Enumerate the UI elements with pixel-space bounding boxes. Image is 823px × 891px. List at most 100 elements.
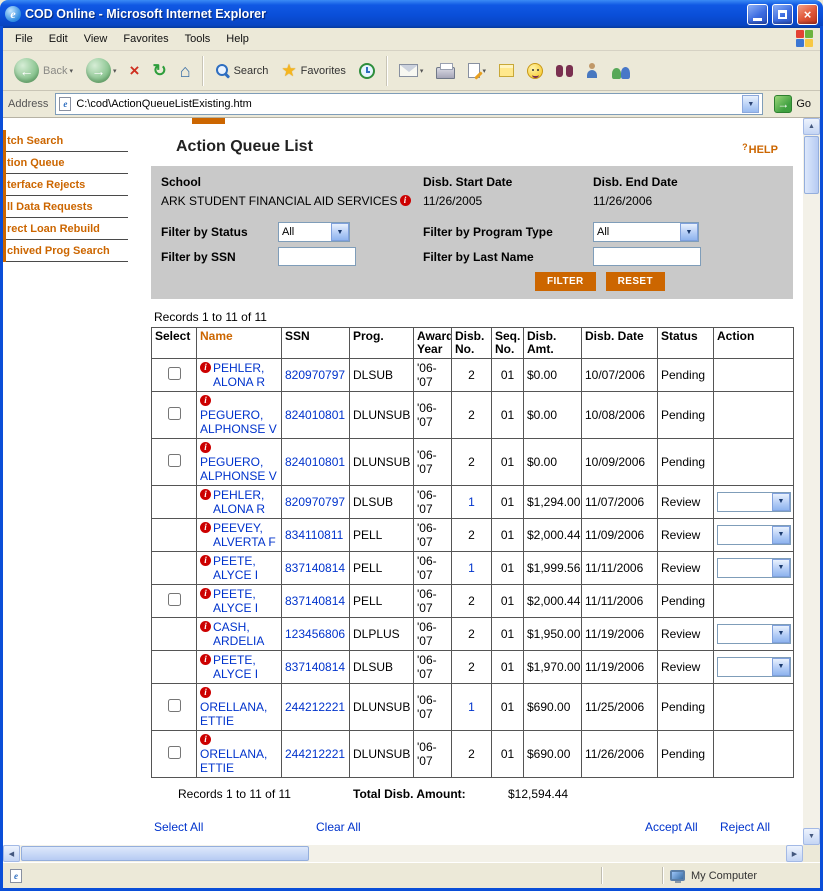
horizontal-scrollbar[interactable]: ◀ ▶: [3, 845, 803, 862]
info-icon[interactable]: i: [200, 395, 211, 406]
menu-help[interactable]: Help: [218, 30, 257, 48]
student-name-link[interactable]: ORELLANA, ETTIE: [200, 747, 267, 775]
info-icon[interactable]: i: [200, 687, 211, 698]
sidebar-item[interactable]: chived Prog Search: [6, 240, 128, 262]
row-checkbox[interactable]: [168, 407, 181, 420]
action-select[interactable]: [717, 525, 791, 545]
clear-all-link[interactable]: Clear All: [316, 820, 361, 834]
info-icon[interactable]: i: [200, 555, 211, 566]
disb-no-cell[interactable]: 1: [452, 486, 492, 519]
ssn-link[interactable]: 837140814: [282, 552, 350, 585]
reset-button[interactable]: RESET: [606, 272, 665, 291]
history-button[interactable]: [354, 60, 380, 82]
action-select[interactable]: [717, 558, 791, 578]
ssn-link[interactable]: 837140814: [282, 585, 350, 618]
student-name-link[interactable]: PEGUERO, ALPHONSE V: [200, 408, 277, 436]
scroll-right-button[interactable]: ▶: [786, 845, 803, 862]
address-input[interactable]: e C:\cod\ActionQueueListExisting.htm ▼: [55, 93, 763, 115]
close-button[interactable]: ×: [797, 4, 818, 25]
help-link[interactable]: ?HELP: [742, 144, 778, 156]
info-icon[interactable]: i: [200, 654, 211, 665]
row-checkbox[interactable]: [168, 367, 181, 380]
ssn-link[interactable]: 820970797: [282, 359, 350, 392]
community-button[interactable]: [606, 60, 636, 82]
reject-all-link[interactable]: Reject All: [720, 820, 770, 834]
info-icon[interactable]: i: [200, 734, 211, 745]
refresh-button[interactable]: ↻: [147, 59, 171, 82]
vertical-scroll-thumb[interactable]: [804, 136, 819, 194]
status-filter-select[interactable]: All: [278, 222, 350, 242]
scroll-up-button[interactable]: ▲: [803, 118, 820, 135]
student-name-link[interactable]: PEHLER, ALONA R: [213, 488, 265, 516]
go-button[interactable]: → Go: [770, 94, 815, 114]
student-name-link[interactable]: PEETE, ALYCE I: [213, 587, 258, 615]
sidebar-item[interactable]: tch Search: [6, 130, 128, 152]
back-history-dropdown-icon[interactable]: ▾: [69, 67, 73, 75]
contact-button[interactable]: [581, 60, 603, 82]
school-info-icon[interactable]: i: [400, 195, 411, 206]
mail-dropdown-icon[interactable]: ▾: [420, 67, 424, 75]
student-name-link[interactable]: CASH, ARDELIA: [213, 620, 264, 648]
student-name-link[interactable]: PEHLER, ALONA R: [213, 361, 265, 389]
info-icon[interactable]: i: [200, 362, 211, 373]
student-name-link[interactable]: PEETE, ALYCE I: [213, 554, 258, 582]
info-icon[interactable]: i: [200, 621, 211, 632]
scroll-down-button[interactable]: ▼: [803, 828, 820, 845]
ssn-link[interactable]: 824010801: [282, 392, 350, 439]
ssn-link[interactable]: 834110811: [282, 519, 350, 552]
ssn-link[interactable]: 837140814: [282, 651, 350, 684]
sidebar-item[interactable]: rect Loan Rebuild: [6, 218, 128, 240]
student-name-link[interactable]: PEEVEY, ALVERTA F: [213, 521, 276, 549]
row-checkbox[interactable]: [168, 746, 181, 759]
action-select[interactable]: [717, 624, 791, 644]
row-checkbox[interactable]: [168, 593, 181, 606]
row-checkbox[interactable]: [168, 454, 181, 467]
discuss-button[interactable]: [494, 61, 519, 80]
menu-file[interactable]: File: [7, 30, 41, 48]
messenger-button[interactable]: [522, 60, 548, 82]
forward-history-dropdown-icon[interactable]: ▾: [113, 67, 117, 75]
sidebar-item[interactable]: tion Queue: [6, 152, 128, 174]
ssn-link[interactable]: 244212221: [282, 731, 350, 778]
ssn-link[interactable]: 123456806: [282, 618, 350, 651]
home-button[interactable]: ⌂: [175, 59, 196, 83]
vertical-scrollbar[interactable]: ▲ ▼: [803, 118, 820, 845]
stop-button[interactable]: ×: [125, 59, 145, 82]
menu-tools[interactable]: Tools: [177, 30, 219, 48]
row-checkbox[interactable]: [168, 699, 181, 712]
filter-button[interactable]: FILTER: [535, 272, 596, 291]
research-button[interactable]: [551, 62, 578, 80]
select-all-link[interactable]: Select All: [154, 820, 203, 834]
menu-view[interactable]: View: [76, 30, 116, 48]
ssn-filter-input[interactable]: [278, 247, 356, 266]
favorites-button[interactable]: ★Favorites: [276, 59, 351, 82]
menu-edit[interactable]: Edit: [41, 30, 76, 48]
program-type-filter-select[interactable]: All: [593, 222, 699, 242]
action-select[interactable]: [717, 492, 791, 512]
column-header[interactable]: Name: [197, 328, 282, 359]
student-name-link[interactable]: PEGUERO, ALPHONSE V: [200, 455, 277, 483]
action-select[interactable]: [717, 657, 791, 677]
accept-all-link[interactable]: Accept All: [645, 820, 698, 834]
back-button[interactable]: ← Back ▾: [9, 55, 78, 86]
mail-button[interactable]: ▾: [394, 61, 429, 80]
maximize-button[interactable]: [772, 4, 793, 25]
edit-dropdown-icon[interactable]: ▾: [482, 67, 486, 75]
search-button[interactable]: Search: [210, 60, 274, 81]
forward-button[interactable]: → ▾: [81, 55, 122, 86]
window-titlebar[interactable]: e COD Online - Microsoft Internet Explor…: [0, 0, 823, 28]
disb-no-cell[interactable]: 1: [452, 552, 492, 585]
info-icon[interactable]: i: [200, 588, 211, 599]
horizontal-scroll-thumb[interactable]: [21, 846, 309, 861]
print-button[interactable]: [431, 60, 460, 82]
scroll-left-button[interactable]: ◀: [3, 845, 20, 862]
ssn-link[interactable]: 820970797: [282, 486, 350, 519]
student-name-link[interactable]: ORELLANA, ETTIE: [200, 700, 267, 728]
address-dropdown-icon[interactable]: ▼: [742, 95, 759, 113]
ssn-link[interactable]: 244212221: [282, 684, 350, 731]
student-name-link[interactable]: PEETE, ALYCE I: [213, 653, 258, 681]
info-icon[interactable]: i: [200, 442, 211, 453]
info-icon[interactable]: i: [200, 522, 211, 533]
edit-button[interactable]: ▾: [463, 60, 491, 81]
sidebar-item[interactable]: ll Data Requests: [6, 196, 128, 218]
